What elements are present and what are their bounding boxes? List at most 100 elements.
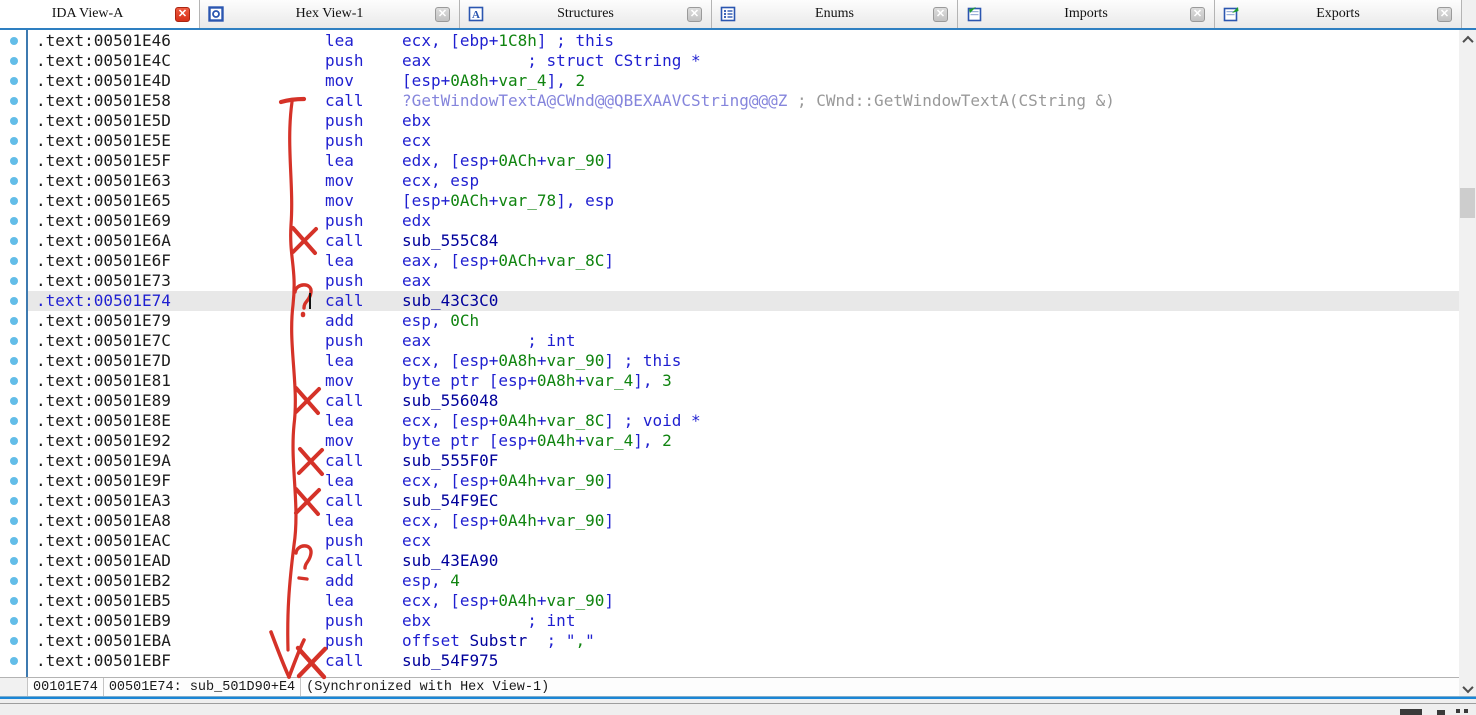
disasm-segment-ins: ] bbox=[537, 31, 556, 50]
disasm-segment-ins: push bbox=[171, 51, 402, 70]
disasm-segment-ins: mov bbox=[171, 171, 402, 190]
disasm-row[interactable]: .text:00501E58 call ?GetWindowTextA@CWnd… bbox=[28, 91, 1459, 111]
disasm-segment-cmt: ; int bbox=[431, 331, 576, 350]
disasm-row[interactable]: .text:00501E6A call sub_555C84 bbox=[28, 231, 1459, 251]
chevron-down-icon bbox=[1462, 682, 1473, 693]
disasm-segment-ins: ecx, [esp+ bbox=[402, 411, 498, 430]
disasm-row[interactable]: .text:00501E5D push ebx bbox=[28, 111, 1459, 131]
disasm-segment-ins: + bbox=[575, 371, 585, 390]
disasm-segment-num: var_4 bbox=[585, 371, 633, 390]
disasm-address: .text:00501EBA bbox=[36, 631, 171, 650]
disasm-segment-ins: ], bbox=[633, 431, 662, 450]
disasm-row[interactable]: .text:00501E9F lea ecx, [esp+0A4h+var_90… bbox=[28, 471, 1459, 491]
status-address: 00501E74: sub_501D90+E4 bbox=[104, 678, 301, 696]
disasm-row[interactable]: .text:00501EA3 call sub_54F9EC bbox=[28, 491, 1459, 511]
disasm-segment-ins: call bbox=[171, 451, 402, 470]
disasm-row[interactable]: .text:00501E79 add esp, 0Ch bbox=[28, 311, 1459, 331]
tab-label: Exports bbox=[1239, 6, 1437, 22]
disasm-address: .text:00501EB9 bbox=[36, 611, 171, 630]
close-icon[interactable]: ✕ bbox=[687, 7, 702, 22]
disasm-segment-ins: ], bbox=[547, 71, 576, 90]
instruction-dot-icon bbox=[10, 517, 18, 525]
disasm-segment-num: var_90 bbox=[547, 151, 605, 170]
tab-label: IDA View-A bbox=[0, 6, 175, 22]
close-icon[interactable]: ✕ bbox=[933, 7, 948, 22]
disasm-row[interactable]: .text:00501E65 mov [esp+0ACh+var_78], es… bbox=[28, 191, 1459, 211]
tab-structures[interactable]: A Structures ✕ bbox=[460, 0, 712, 28]
disasm-row[interactable]: .text:00501E7C push eax ; int bbox=[28, 331, 1459, 351]
instruction-dot-icon bbox=[10, 457, 18, 465]
disasm-segment-ins: lea bbox=[171, 251, 402, 270]
disasm-row[interactable]: .text:00501EB5 lea ecx, [esp+0A4h+var_90… bbox=[28, 591, 1459, 611]
disasm-segment-num: 2 bbox=[575, 71, 585, 90]
instruction-dot-icon bbox=[10, 317, 18, 325]
close-icon[interactable]: ✕ bbox=[1190, 7, 1205, 22]
disasm-row[interactable]: .text:00501EB2 add esp, 4 bbox=[28, 571, 1459, 591]
scrollbar-thumb[interactable] bbox=[1460, 188, 1475, 218]
disasm-row[interactable]: .text:00501EA8 lea ecx, [esp+0A4h+var_90… bbox=[28, 511, 1459, 531]
instruction-dot-icon bbox=[10, 177, 18, 185]
disasm-row[interactable]: .text:00501E6F lea eax, [esp+0ACh+var_8C… bbox=[28, 251, 1459, 271]
close-icon[interactable]: ✕ bbox=[175, 7, 190, 22]
disasm-segment-ins: + bbox=[537, 351, 547, 370]
tab-exports[interactable]: Exports ✕ bbox=[1215, 0, 1462, 28]
disasm-row[interactable]: .text:00501E74 call sub_43C3C0 bbox=[28, 291, 1459, 311]
disasm-address: .text:00501E69 bbox=[36, 211, 171, 230]
disasm-row[interactable]: .text:00501EBF call sub_54F975 bbox=[28, 651, 1459, 671]
tab-ida-view-a[interactable]: IDA View-A ✕ bbox=[0, 0, 200, 28]
disasm-row[interactable]: .text:00501E8E lea ecx, [esp+0A4h+var_8C… bbox=[28, 411, 1459, 431]
disasm-row[interactable]: .text:00501E69 push edx bbox=[28, 211, 1459, 231]
disasm-segment-num: 3 bbox=[662, 371, 672, 390]
disasm-segment-cmt: ; this bbox=[556, 31, 614, 50]
tab-imports[interactable]: Imports ✕ bbox=[958, 0, 1215, 28]
disasm-row[interactable]: .text:00501EAD call sub_43EA90 bbox=[28, 551, 1459, 571]
disasm-segment-cmt: ; int bbox=[431, 611, 576, 630]
disasm-segment-ins: ] bbox=[604, 471, 614, 490]
disasm-row[interactable]: .text:00501E5F lea edx, [esp+0ACh+var_90… bbox=[28, 151, 1459, 171]
disasm-row[interactable]: .text:00501E4C push eax ; struct CString… bbox=[28, 51, 1459, 71]
instruction-dot-icon bbox=[10, 337, 18, 345]
disasm-address: .text:00501EA3 bbox=[36, 491, 171, 510]
disasm-segment-ins: ] bbox=[604, 411, 623, 430]
taskbar-icon-fragment bbox=[1456, 709, 1460, 713]
disasm-address: .text:00501E46 bbox=[36, 31, 171, 50]
vertical-scrollbar[interactable] bbox=[1459, 30, 1476, 699]
close-icon[interactable]: ✕ bbox=[1437, 7, 1452, 22]
disasm-row[interactable]: .text:00501E73 push eax bbox=[28, 271, 1459, 291]
instruction-dot-icon bbox=[10, 137, 18, 145]
disasm-segment-ins: call bbox=[171, 491, 402, 510]
instruction-dot-icon bbox=[10, 497, 18, 505]
disasm-row[interactable]: .text:00501E89 call sub_556048 bbox=[28, 391, 1459, 411]
disasm-segment-ins: ], esp bbox=[556, 191, 614, 210]
instruction-dot-icon bbox=[10, 37, 18, 45]
disasm-segment-ins: esp, bbox=[402, 571, 450, 590]
instruction-dot-icon bbox=[10, 477, 18, 485]
disasm-row[interactable]: .text:00501E4D mov [esp+0A8h+var_4], 2 bbox=[28, 71, 1459, 91]
disasm-row[interactable]: .text:00501EAC push ecx bbox=[28, 531, 1459, 551]
disasm-address: .text:00501E5D bbox=[36, 111, 171, 130]
disasm-row[interactable]: .text:00501E46 lea ecx, [ebp+1C8h] ; thi… bbox=[28, 31, 1459, 51]
close-icon[interactable]: ✕ bbox=[435, 7, 450, 22]
disasm-segment-cmt: ; void * bbox=[624, 411, 701, 430]
scroll-up-button[interactable] bbox=[1459, 30, 1476, 50]
disasm-segment-num: 4 bbox=[450, 571, 460, 590]
disassembly-listing[interactable]: .text:00501E46 lea ecx, [ebp+1C8h] ; thi… bbox=[28, 30, 1459, 677]
disasm-row[interactable]: .text:00501E9A call sub_555F0F bbox=[28, 451, 1459, 471]
disasm-row[interactable]: .text:00501E63 mov ecx, esp bbox=[28, 171, 1459, 191]
disasm-row[interactable]: .text:00501E92 mov byte ptr [esp+0A4h+va… bbox=[28, 431, 1459, 451]
disasm-segment-cmt: " bbox=[585, 631, 595, 650]
disasm-row[interactable]: .text:00501E7D lea ecx, [esp+0A8h+var_90… bbox=[28, 351, 1459, 371]
disasm-row[interactable]: .text:00501EBA push offset Substr ; "," bbox=[28, 631, 1459, 651]
disasm-row[interactable]: .text:00501E5E push ecx bbox=[28, 131, 1459, 151]
disasm-segment-ins: eax, [esp+ bbox=[402, 251, 498, 270]
disasm-row[interactable]: .text:00501EB9 push ebx ; int bbox=[28, 611, 1459, 631]
text-cursor bbox=[309, 293, 311, 309]
disasm-segment-ins: byte ptr [esp+ bbox=[402, 431, 537, 450]
disasm-segment-ins: esp, bbox=[402, 311, 450, 330]
tab-hex-view-1[interactable]: Hex View-1 ✕ bbox=[200, 0, 460, 28]
tab-enums[interactable]: Enums ✕ bbox=[712, 0, 958, 28]
disasm-row[interactable]: .text:00501E81 mov byte ptr [esp+0A8h+va… bbox=[28, 371, 1459, 391]
disasm-segment-num: var_90 bbox=[547, 511, 605, 530]
disasm-segment-name: sub_555F0F bbox=[402, 451, 498, 470]
tab-bar: IDA View-A ✕ Hex View-1 ✕ A Structures ✕ bbox=[0, 0, 1476, 28]
